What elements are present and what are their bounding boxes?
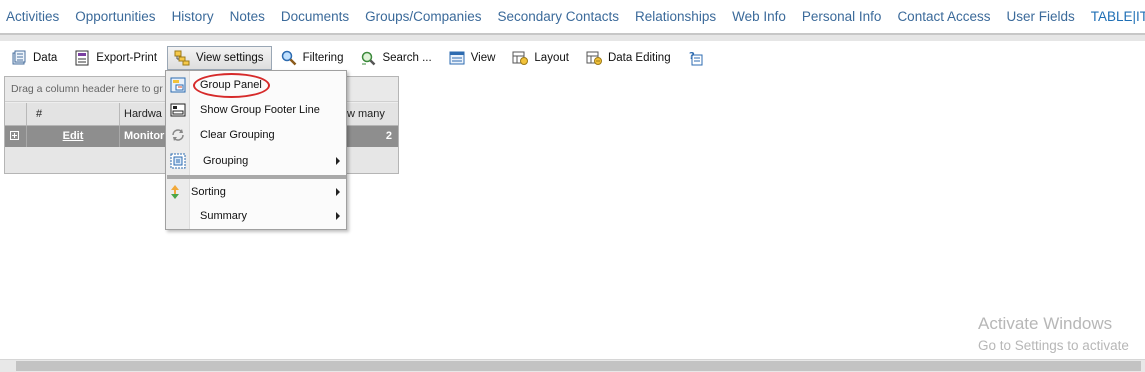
tab-documents[interactable]: Documents bbox=[273, 2, 357, 32]
menu-item-show-group-footer-line[interactable]: Show Group Footer Line bbox=[166, 98, 346, 122]
layout-label: Layout bbox=[534, 51, 569, 64]
menu-item-grouping[interactable]: Grouping bbox=[166, 149, 346, 173]
menu-item-label: Summary bbox=[200, 210, 248, 222]
submenu-arrow-icon bbox=[336, 212, 340, 220]
menu-item-group-panel[interactable]: Group Panel bbox=[166, 73, 346, 97]
tab-relationships[interactable]: Relationships bbox=[627, 2, 724, 32]
menu-separator bbox=[167, 175, 346, 179]
menu-item-label: Sorting bbox=[191, 186, 226, 198]
menu-item-label: Grouping bbox=[203, 155, 249, 167]
data-button[interactable]: Data bbox=[4, 46, 65, 70]
tab-groups-companies[interactable]: Groups/Companies bbox=[357, 2, 489, 32]
menu-item-label: Show Group Footer Line bbox=[200, 104, 320, 116]
help-button[interactable]: ? bbox=[681, 46, 718, 70]
menu-item-label: Clear Grouping bbox=[200, 129, 275, 141]
tab-user-fields[interactable]: User Fields bbox=[998, 2, 1082, 32]
row-expand-cell[interactable] bbox=[5, 126, 27, 147]
expand-column-header[interactable] bbox=[5, 103, 27, 125]
svg-text:?: ? bbox=[689, 51, 695, 62]
sorting-icon bbox=[170, 184, 186, 200]
footer-line-icon bbox=[170, 102, 186, 118]
search-icon bbox=[360, 50, 376, 66]
tab-tableit[interactable]: TABLE|IT bbox=[1083, 2, 1145, 32]
tab-contact-access[interactable]: Contact Access bbox=[889, 2, 998, 32]
top-tab-bar: Activities Opportunities History Notes D… bbox=[0, 0, 1145, 35]
menu-item-label: Group Panel bbox=[200, 79, 262, 91]
view-icon bbox=[449, 50, 465, 66]
toolbar-separator bbox=[0, 35, 1145, 41]
row-edit-cell: Edit bbox=[27, 126, 120, 147]
export-print-label: Export-Print bbox=[96, 51, 158, 64]
menu-item-sorting[interactable]: Sorting bbox=[166, 180, 346, 204]
database-icon bbox=[11, 50, 27, 66]
toolbar: Data Export-Print View settings Filterin… bbox=[4, 44, 1145, 71]
view-settings-label: View settings bbox=[196, 51, 264, 64]
tab-notes[interactable]: Notes bbox=[222, 2, 273, 32]
filtering-label: Filtering bbox=[302, 51, 344, 64]
activate-windows-title: Activate Windows bbox=[978, 314, 1113, 333]
export-print-icon bbox=[74, 50, 90, 66]
grouping-icon bbox=[170, 153, 186, 169]
edit-link[interactable]: Edit bbox=[63, 130, 84, 142]
magnifier-icon bbox=[281, 50, 297, 66]
data-button-label: Data bbox=[33, 51, 58, 64]
tab-personal-info[interactable]: Personal Info bbox=[794, 2, 890, 32]
tab-secondary-contacts[interactable]: Secondary Contacts bbox=[489, 2, 627, 32]
horizontal-scrollbar[interactable] bbox=[0, 359, 1145, 372]
filtering-button[interactable]: Filtering bbox=[274, 46, 352, 70]
expand-icon[interactable] bbox=[10, 130, 19, 140]
search-button[interactable]: Search ... bbox=[353, 46, 439, 70]
help-icon: ? bbox=[688, 50, 704, 66]
view-label: View bbox=[470, 51, 496, 64]
layout-icon bbox=[512, 50, 529, 66]
submenu-arrow-icon bbox=[336, 188, 340, 196]
view-button[interactable]: View bbox=[442, 46, 504, 70]
data-editing-button[interactable]: Data Editing bbox=[579, 46, 679, 70]
scrollbar-thumb[interactable] bbox=[16, 361, 1141, 371]
menu-item-summary[interactable]: Summary bbox=[166, 204, 346, 228]
export-print-button[interactable]: Export-Print bbox=[67, 46, 165, 70]
tab-history[interactable]: History bbox=[164, 2, 222, 32]
layout-button[interactable]: Layout bbox=[505, 46, 577, 70]
data-editing-label: Data Editing bbox=[607, 51, 671, 64]
tab-activities[interactable]: Activities bbox=[0, 2, 67, 32]
tab-web-info[interactable]: Web Info bbox=[724, 2, 794, 32]
tab-opportunities[interactable]: Opportunities bbox=[67, 2, 163, 32]
group-panel-icon bbox=[170, 77, 186, 93]
column-header-number[interactable]: # bbox=[27, 103, 120, 125]
view-settings-icon bbox=[174, 50, 190, 66]
menu-item-clear-grouping[interactable]: Clear Grouping bbox=[166, 123, 346, 147]
view-settings-button[interactable]: View settings bbox=[167, 45, 272, 70]
submenu-arrow-icon bbox=[336, 157, 340, 165]
activate-windows-subtitle: Go to Settings to activate bbox=[978, 338, 1129, 353]
search-label: Search ... bbox=[382, 51, 432, 64]
data-editing-icon bbox=[586, 50, 602, 66]
view-settings-menu: Group Panel Show Group Footer Line Clear… bbox=[165, 70, 347, 230]
clear-grouping-icon bbox=[170, 127, 186, 143]
